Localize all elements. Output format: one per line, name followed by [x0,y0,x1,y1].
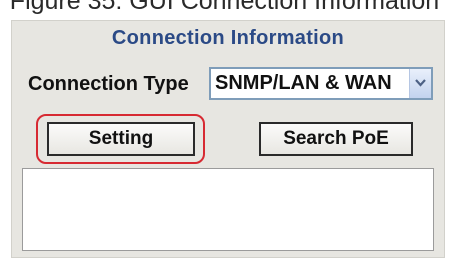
connection-type-label: Connection Type [28,73,189,95]
figure-caption: Figure 35: GUI Connection Information [9,0,440,15]
output-textarea[interactable] [22,168,434,251]
dropdown-arrow-button[interactable] [409,69,431,98]
connection-type-value: SNMP/LAN & WAN [215,72,392,94]
connection-type-select[interactable]: SNMP/LAN & WAN [209,67,433,100]
chevron-down-icon [415,79,426,87]
search-poe-button[interactable]: Search PoE [259,122,413,156]
connection-information-panel: Connection Information Connection Type S… [11,20,445,258]
setting-button[interactable]: Setting [47,122,195,156]
panel-title: Connection Information [111,27,345,49]
